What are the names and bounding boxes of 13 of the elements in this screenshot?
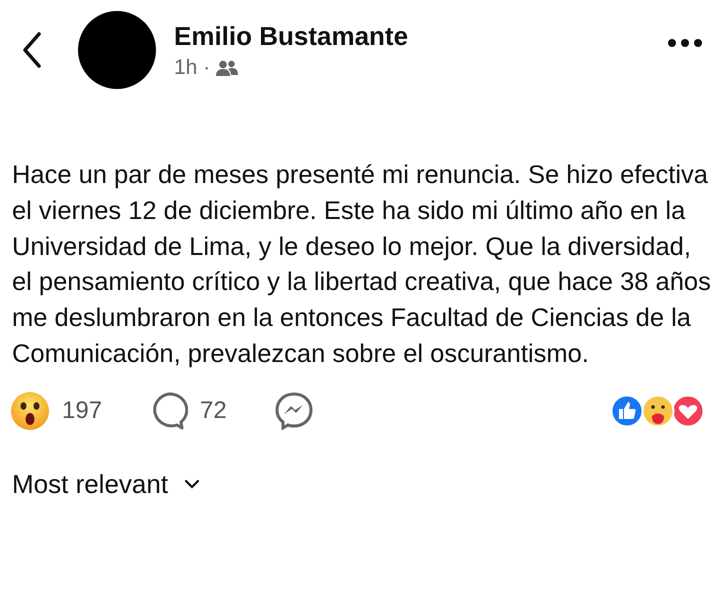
post-text: Hace un par de meses presenté mi renuncia. Se hizo efectiva el viernes 12 de diciembre. Este ha sido mi último año en la Universidad de Lima, y le deseo lo mejor. Que la diversidad, el pensamiento crítico y la libertad creativa, que hace 38 años me deslumbraron en la entonces Facultad de Ciencias de la Comunicación, prevalezcan sobre el oscurantismo. [11,160,712,370]
friends-icon [216,60,238,76]
chevron-down-icon [184,479,200,490]
comments-count[interactable]: 72 [200,396,227,425]
post-time: 1h · [174,56,210,80]
reactions-count[interactable]: 197 [62,396,102,425]
more-icon[interactable] [668,39,702,47]
sort-dropdown[interactable]: Most relevant [12,468,200,500]
messenger-icon[interactable] [274,392,313,430]
comment-icon[interactable] [150,392,188,430]
wow-emoji-icon[interactable] [10,390,50,431]
author-name[interactable]: Emilio Bustamante [174,20,668,52]
back-icon[interactable] [22,32,42,68]
